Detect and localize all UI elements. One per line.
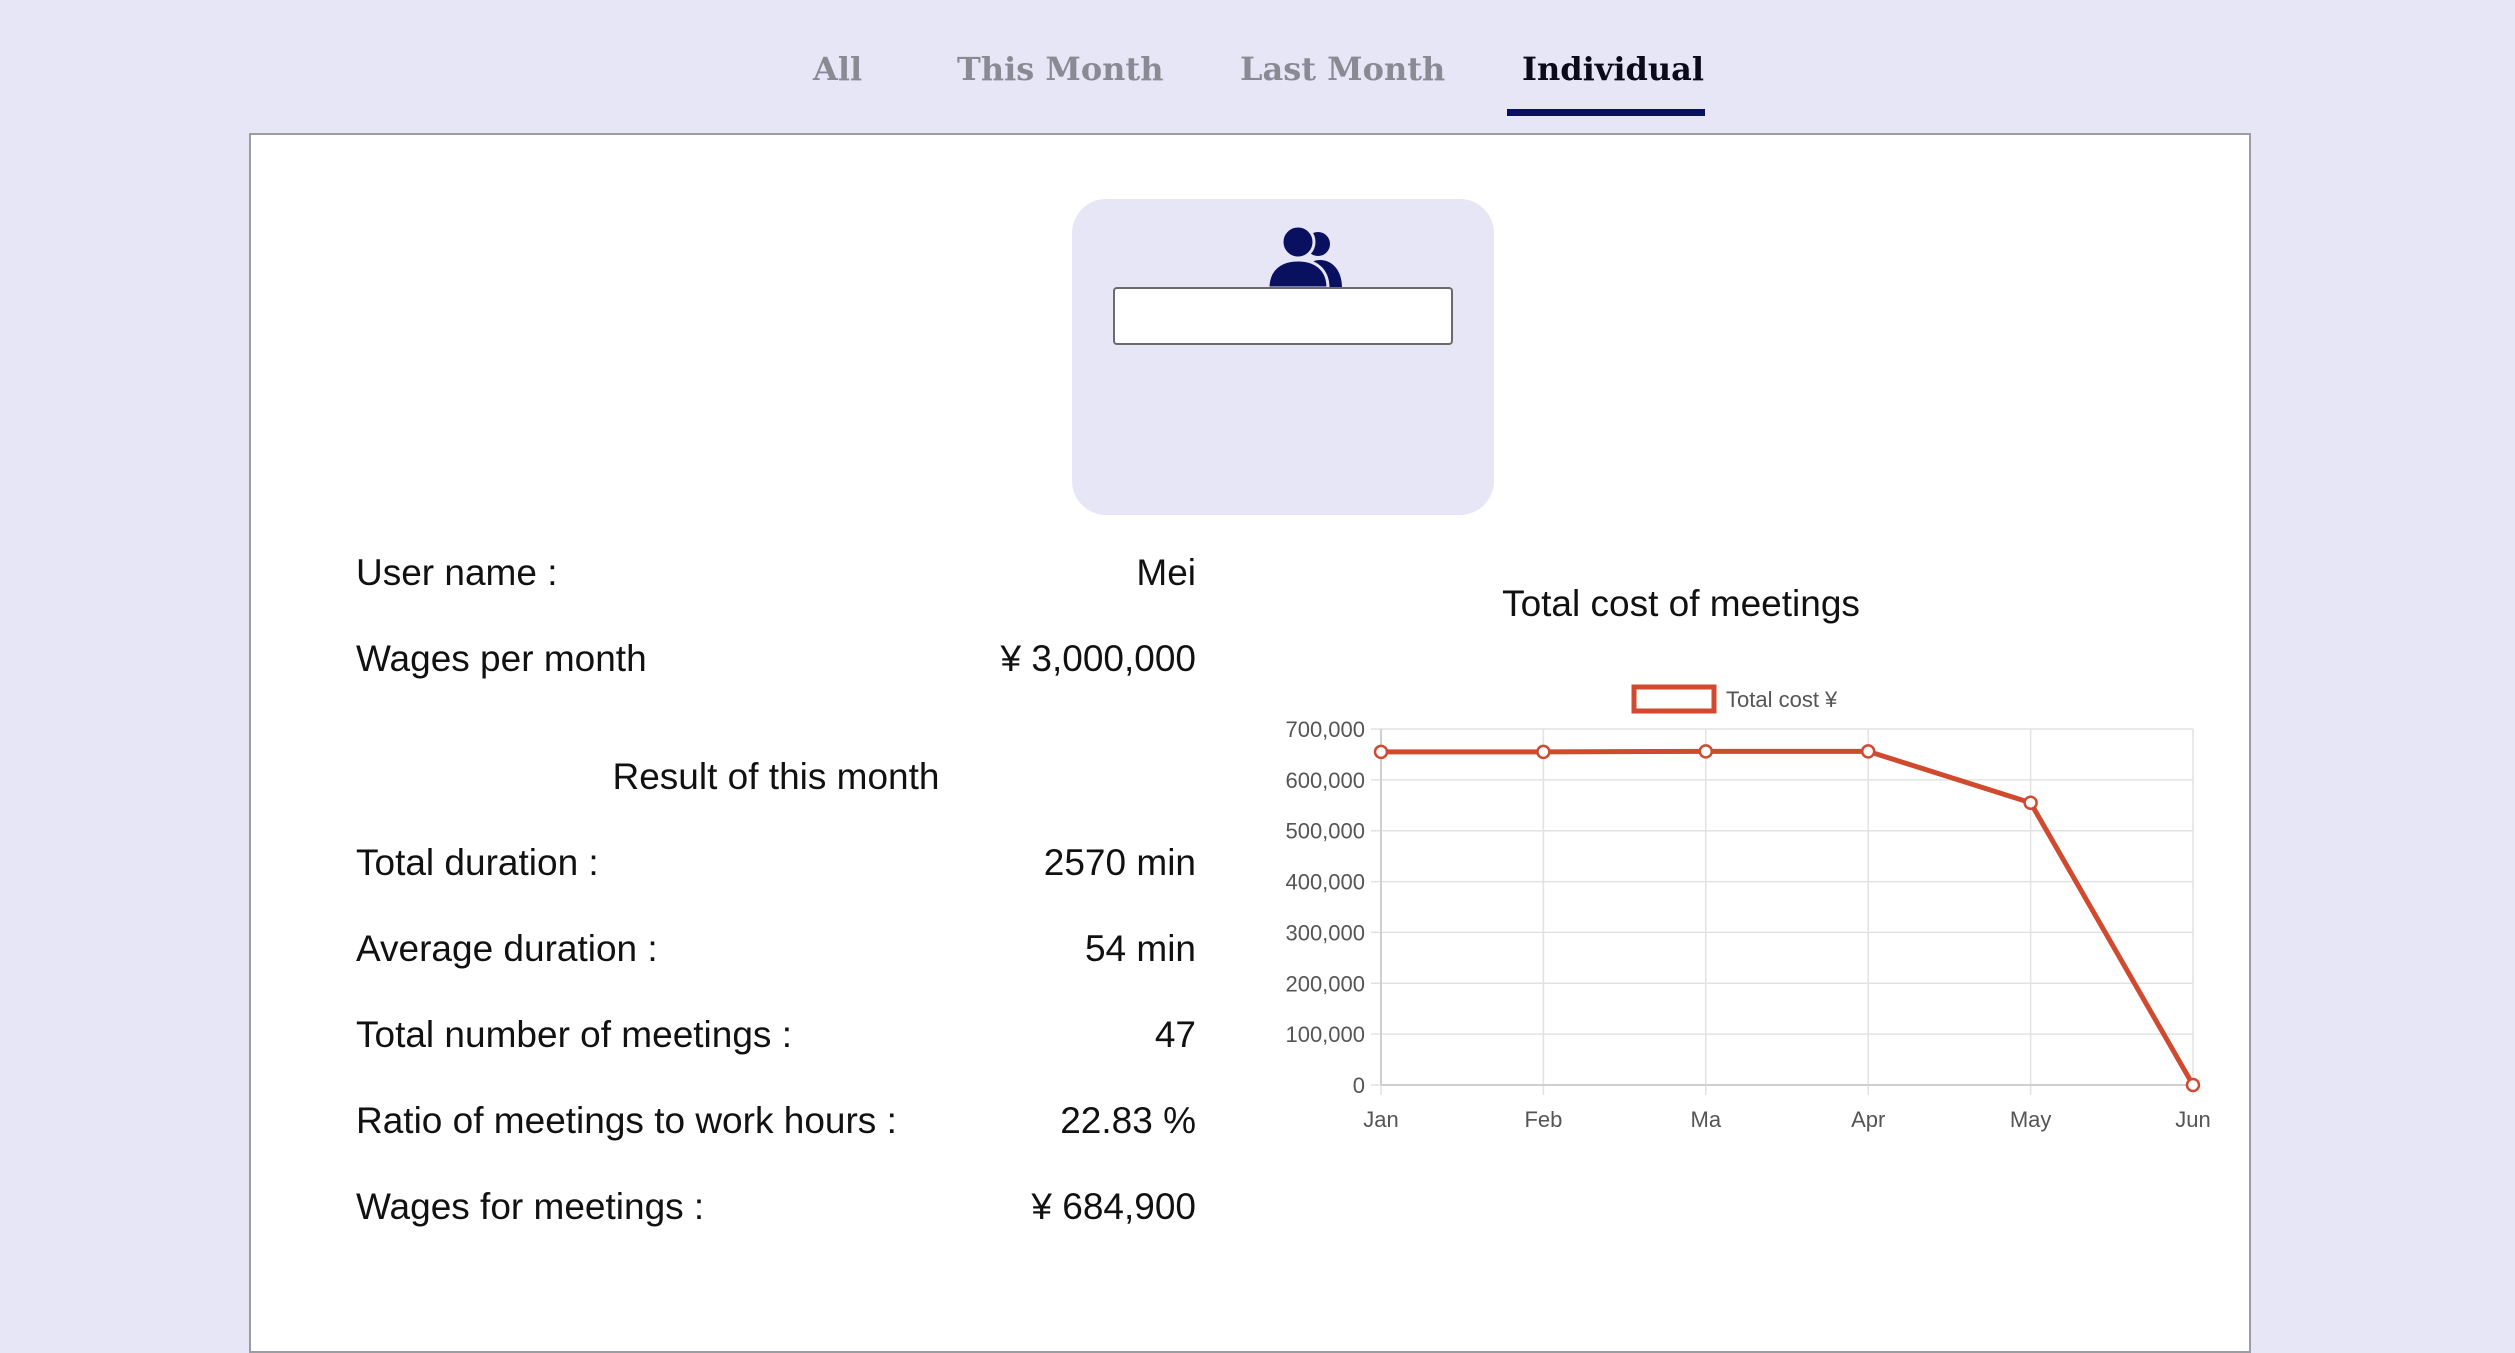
x-tick-label: Jan (1363, 1107, 1398, 1132)
tab-this-month[interactable]: This Month (957, 50, 1163, 88)
y-tick-label: 600,000 (1285, 768, 1365, 793)
tab-all[interactable]: All (813, 50, 862, 88)
y-tick-label: 700,000 (1285, 717, 1365, 742)
data-point (1698, 744, 1714, 759)
y-tick-label: 200,000 (1285, 971, 1365, 996)
x-tick-label: Jun (2175, 1107, 2210, 1132)
individual-panel: User name : Mei Wages per month ¥ 3,000,… (249, 133, 2251, 1353)
x-tick-label: Feb (1524, 1107, 1562, 1132)
data-point (1860, 744, 1876, 759)
y-tick-label: 100,000 (1285, 1022, 1365, 1047)
series-line (1381, 748, 2196, 1087)
legend-label: Total cost ¥ (1726, 687, 1838, 712)
data-point (2185, 1077, 2201, 1093)
data-point (1536, 744, 1551, 760)
y-tick-label: 400,000 (1285, 870, 1365, 895)
x-tick-label: May (2010, 1107, 2052, 1132)
y-tick-label: 500,000 (1285, 819, 1365, 844)
y-tick-label: 0 (1353, 1073, 1365, 1098)
x-tick-label: Ma (1691, 1107, 1722, 1132)
tab-last-month[interactable]: Last Month (1240, 50, 1445, 88)
tab-bar: All This Month Last Month Individual (0, 0, 2515, 118)
data-point (2023, 795, 2038, 810)
x-tick-label: Apr (1851, 1107, 1885, 1132)
y-tick-label: 300,000 (1285, 920, 1365, 945)
active-tab-indicator (1507, 109, 1705, 116)
data-point (1373, 744, 1389, 760)
tab-individual[interactable]: Individual (1522, 50, 1704, 88)
legend-swatch (1631, 684, 1717, 714)
cost-line-chart: 700,000 600,000 500,000 400,000 300,000 200,0… (1285, 684, 2211, 1132)
